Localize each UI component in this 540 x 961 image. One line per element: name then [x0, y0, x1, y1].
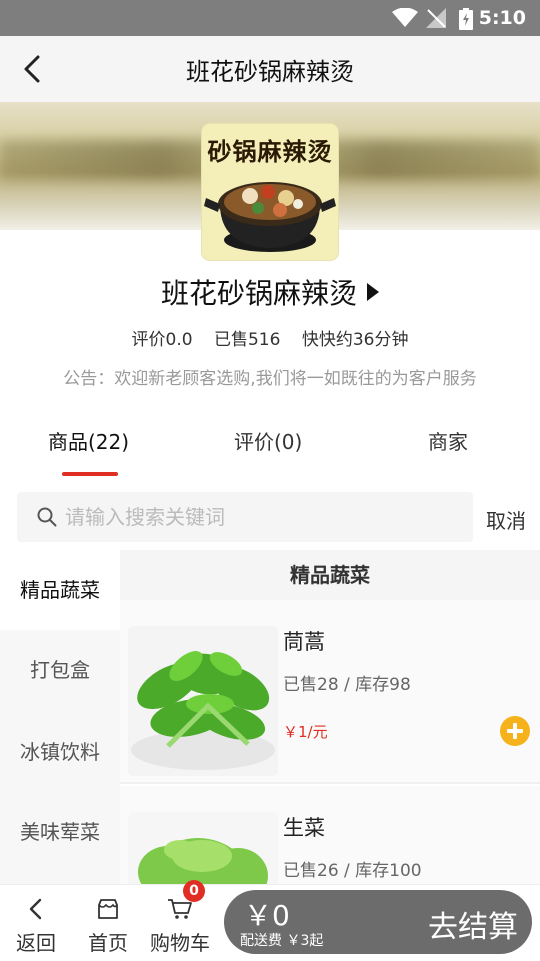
status-bar: 5:10 — [0, 0, 540, 36]
category-item[interactable]: 精品蔬菜 — [0, 550, 120, 630]
category-item[interactable]: 美味荤菜 — [0, 792, 120, 872]
shop-notice: 公告：欢迎新老顾客选购,我们将一如既往的为客户服务 — [63, 369, 477, 389]
search-box — [17, 492, 473, 542]
product-item[interactable]: 生菜 已售26 / 库存100 — [120, 786, 540, 884]
product-image — [128, 626, 278, 776]
nav-cart-button[interactable]: 购物车 — [145, 885, 215, 961]
tab-products[interactable]: 商品(22) — [48, 426, 129, 455]
app-header: 班花砂锅麻辣烫 — [0, 36, 540, 102]
shop-name-label: 班花砂锅麻辣烫 — [160, 277, 357, 310]
nav-cart-label: 购物车 — [150, 931, 210, 955]
cart-total: ￥0 — [244, 899, 290, 932]
category-sidebar: 精品蔬菜 打包盒 冰镇饮料 美味荤菜 — [0, 550, 120, 884]
checkout-bar[interactable]: ￥0 配送费 ￥3起 去结算 — [224, 890, 532, 954]
play-arrow-icon — [367, 283, 379, 301]
shop-logo: 砂锅麻辣烫 — [202, 124, 338, 260]
product-sold-stock: 已售26 / 库存100 — [283, 861, 422, 881]
status-time: 5:10 — [478, 7, 526, 29]
wifi-icon — [392, 8, 418, 27]
nav-back-button[interactable]: 返回 — [1, 885, 71, 961]
greens-image — [128, 626, 278, 776]
cancel-button[interactable]: 取消 — [486, 505, 526, 534]
tab-reviews[interactable]: 评价(0) — [234, 426, 302, 455]
checkout-button[interactable]: 去结算 — [428, 902, 518, 946]
category-item[interactable]: 打包盒 — [0, 630, 120, 710]
product-list: 精品蔬菜 茼蒿 已售28 / 库存98 ￥1/元 生菜 已售26 / 库存100 — [120, 550, 540, 884]
battery-icon — [459, 8, 473, 30]
clay-pot-image — [204, 182, 336, 252]
chevron-left-icon — [29, 898, 42, 920]
search-icon — [37, 507, 57, 527]
cart-count-badge: 0 — [183, 880, 205, 902]
category-item[interactable]: 冰镇饮料 — [0, 712, 120, 792]
product-name: 生菜 — [283, 816, 325, 840]
product-sold-stock: 已售28 / 库存98 — [283, 675, 411, 695]
add-to-cart-icon[interactable] — [500, 716, 530, 746]
product-name: 茼蒿 — [283, 630, 325, 654]
tab-indicator — [62, 472, 118, 476]
sold-text: 已售516 — [213, 330, 281, 350]
page-title: 班花砂锅麻辣烫 — [186, 58, 354, 86]
nav-home-label: 首页 — [88, 931, 128, 955]
nav-home-button[interactable]: 首页 — [73, 885, 143, 961]
product-item[interactable]: 茼蒿 已售28 / 库存98 ￥1/元 — [120, 600, 540, 784]
product-image — [128, 812, 278, 884]
tab-merchant[interactable]: 商家 — [428, 426, 468, 455]
store-icon — [98, 899, 118, 919]
product-price: ￥1/元 — [283, 723, 328, 741]
delivery-fee: 配送费 ￥3起 — [240, 933, 324, 949]
nav-back-label: 返回 — [16, 931, 56, 955]
search-input[interactable] — [65, 500, 455, 534]
tab-bar: 商品(22) 评价(0) 商家 — [0, 410, 540, 480]
no-signal-icon — [426, 8, 446, 28]
lettuce-image — [128, 812, 278, 884]
section-title: 精品蔬菜 — [120, 550, 540, 600]
rating-text: 评价0.0 — [131, 330, 193, 350]
shop-stats: 评价0.0 已售516 快快约36分钟 — [0, 325, 540, 350]
shop-name[interactable]: 班花砂锅麻辣烫 — [0, 272, 540, 312]
delivery-time-text: 快快约36分钟 — [301, 330, 409, 350]
